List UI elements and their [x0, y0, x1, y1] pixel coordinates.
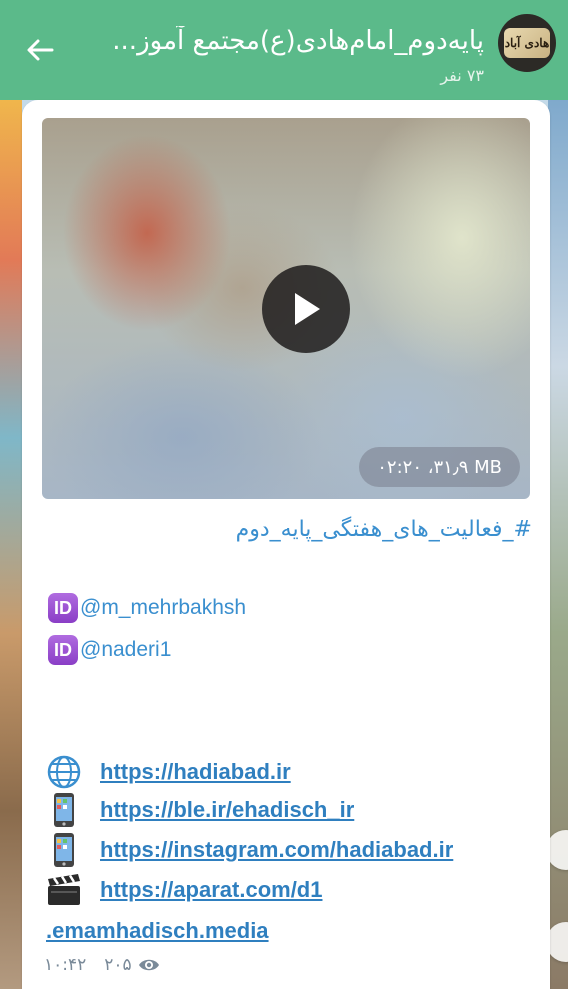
- member-count: ۷۳ نفر: [440, 66, 484, 85]
- play-icon: [295, 293, 320, 325]
- website-link[interactable]: https://hadiabad.ir: [100, 759, 291, 785]
- aparat-link-continuation[interactable]: .emamhadisch.media: [46, 918, 269, 944]
- mention-link[interactable]: @naderi1: [80, 638, 171, 662]
- phone-icon: [44, 832, 84, 868]
- back-button[interactable]: [20, 30, 60, 70]
- globe-icon: [44, 754, 84, 790]
- link-row: https://hadiabad.ir: [44, 754, 291, 790]
- background-strip-left: [0, 100, 22, 989]
- view-count: ۲۰۵: [104, 955, 132, 975]
- id-badge-icon: ID: [48, 635, 78, 665]
- message-time: ۱۰:۴۲: [44, 955, 87, 975]
- video-duration-size: ۰۲:۲۰ ،۳۱٫۹ MB: [359, 447, 520, 487]
- mention-link[interactable]: @m_mehrbakhsh: [80, 596, 246, 620]
- background-strip-right: [546, 100, 568, 989]
- message-footer: ۱۰:۴۲ ۲۰۵: [44, 955, 160, 975]
- arrow-left-icon: [27, 39, 54, 61]
- instagram-link[interactable]: https://instagram.com/hadiabad.ir: [100, 837, 453, 863]
- mention-row: ID @naderi1: [48, 635, 171, 665]
- chat-title[interactable]: پایه‌دوم_امام‌هادی(ع)مجتمع آموز...: [94, 26, 484, 56]
- avatar[interactable]: هادی آباد: [498, 14, 556, 72]
- link-row: https://ble.ir/ehadisch_ir: [44, 792, 354, 828]
- chat-header: پایه‌دوم_امام‌هادی(ع)مجتمع آموز... ۷۳ نف…: [0, 0, 568, 100]
- message-bubble: ۰۲:۲۰ ،۳۱٫۹ MB #_فعالیت_های_هفتگی_پایه_د…: [22, 100, 550, 989]
- id-badge-icon: ID: [48, 593, 78, 623]
- link-row: https://aparat.com/d1: [44, 872, 322, 908]
- play-button[interactable]: [262, 265, 350, 353]
- hashtag-link[interactable]: #_فعالیت_های_هفتگی_پایه_دوم: [42, 517, 532, 542]
- link-row: https://instagram.com/hadiabad.ir: [44, 832, 453, 868]
- eye-icon: [138, 957, 160, 973]
- phone-icon: [44, 792, 84, 828]
- aparat-link[interactable]: https://aparat.com/d1: [100, 877, 322, 903]
- video-thumbnail[interactable]: ۰۲:۲۰ ،۳۱٫۹ MB: [42, 118, 530, 499]
- bale-link[interactable]: https://ble.ir/ehadisch_ir: [100, 797, 354, 823]
- avatar-logo: هادی آباد: [504, 28, 550, 58]
- mention-row: ID @m_mehrbakhsh: [48, 593, 246, 623]
- clapper-icon: [44, 872, 84, 908]
